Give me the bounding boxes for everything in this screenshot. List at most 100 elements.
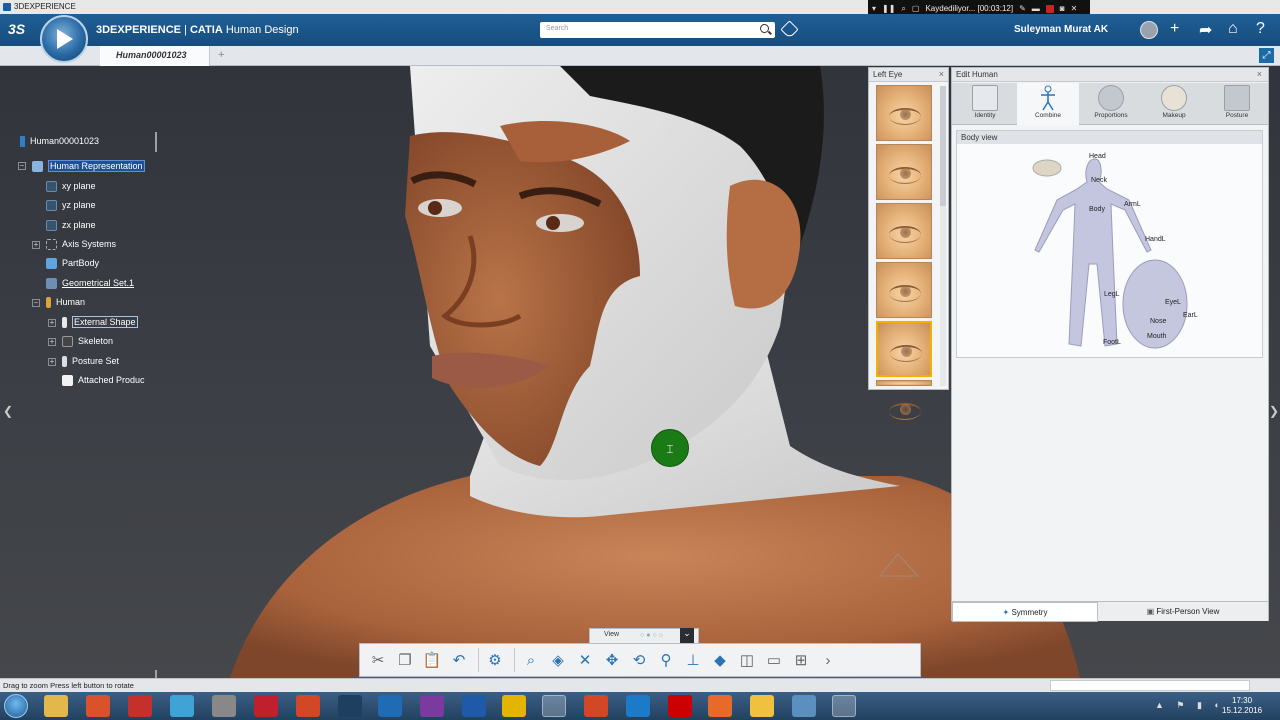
tree-item-human-representation[interactable]: Human Representation — [32, 159, 145, 173]
taskbar-app-icon[interactable] — [128, 695, 152, 717]
more-icon[interactable]: › — [816, 648, 840, 672]
eye-shape-option-selected[interactable] — [876, 321, 932, 377]
label-mouth[interactable]: Mouth — [1147, 333, 1166, 340]
start-button[interactable] — [4, 694, 28, 718]
label-arml[interactable]: ArmL — [1124, 201, 1141, 208]
pen-icon[interactable]: ✎ — [1019, 4, 1026, 13]
tree-item-xy-plane[interactable]: xy plane — [46, 179, 96, 193]
expand-icon[interactable]: ⤢ — [1259, 48, 1274, 63]
close-icon[interactable]: × — [1257, 69, 1262, 79]
tab-proportions[interactable]: Proportions — [1080, 83, 1142, 125]
first-person-view-button[interactable]: ▣ First-Person View — [1098, 602, 1268, 622]
label-handl[interactable]: HandL — [1145, 236, 1166, 243]
taskbar-app-icon[interactable] — [584, 695, 608, 717]
taskbar-3dexperience-icon[interactable] — [542, 695, 566, 717]
close-icon[interactable]: × — [939, 69, 944, 79]
label-head[interactable]: Head — [1089, 153, 1106, 160]
undo-icon[interactable]: ↶ — [447, 648, 471, 672]
home-icon[interactable]: ⌂ — [1228, 20, 1238, 38]
expand-icon[interactable]: + — [48, 338, 56, 346]
taskbar-app-icon[interactable] — [462, 695, 486, 717]
taskbar-app-icon[interactable] — [86, 695, 110, 717]
label-neck[interactable]: Neck — [1091, 177, 1107, 184]
tab-combine[interactable]: Combine — [1017, 83, 1079, 125]
copy-icon[interactable]: ❐ — [393, 648, 417, 672]
page-dots[interactable]: ○●○○ — [640, 632, 665, 639]
camera-icon[interactable]: ◙ — [1060, 4, 1065, 13]
label-footl[interactable]: FootL — [1103, 339, 1121, 346]
restore-icon[interactable]: ▢ — [912, 4, 920, 13]
render-style-icon[interactable]: ◫ — [735, 648, 759, 672]
layout-icon[interactable]: ⊞ — [789, 648, 813, 672]
tab-human00001023[interactable]: Human00001023 — [100, 46, 210, 66]
taskbar-folder-icon[interactable] — [750, 695, 774, 717]
taskbar-app-icon[interactable] — [254, 695, 278, 717]
eye-shape-option[interactable] — [876, 85, 932, 141]
iso-view-icon[interactable]: ◆ — [708, 648, 732, 672]
symmetry-button[interactable]: ✦ Symmetry — [952, 602, 1098, 622]
user-name[interactable]: Suleyman Murat AK — [1014, 24, 1108, 35]
expand-icon[interactable]: + — [48, 319, 56, 327]
taskbar-explorer-icon[interactable] — [44, 695, 68, 717]
tree-item-human[interactable]: Human — [46, 295, 85, 309]
zoom-in-out-icon[interactable]: ⚲ — [654, 648, 678, 672]
cut-icon[interactable]: ✂ — [366, 648, 390, 672]
tree-splitter[interactable] — [155, 132, 157, 152]
search-icon[interactable]: ⌕ — [901, 4, 905, 14]
label-nose[interactable]: Nose — [1150, 318, 1166, 325]
collapse-icon[interactable]: − — [18, 162, 26, 170]
tree-item-external-shape[interactable]: External Shape — [62, 315, 138, 329]
tree-splitter-bottom[interactable] — [155, 670, 157, 678]
tag-icon[interactable] — [780, 20, 799, 39]
close-icon[interactable]: ✕ — [1071, 4, 1078, 13]
expand-icon[interactable]: + — [48, 358, 56, 366]
normal-view-icon[interactable]: ⊥ — [681, 648, 705, 672]
taskbar-ie-icon[interactable] — [626, 695, 650, 717]
tree-item-yz-plane[interactable]: yz plane — [46, 198, 96, 212]
body-figure[interactable] — [957, 144, 1262, 357]
help-icon[interactable]: ? — [1256, 20, 1265, 38]
taskbar-app-icon[interactable] — [170, 695, 194, 717]
pan-icon[interactable]: ✥ — [600, 648, 624, 672]
tree-item-axis-systems[interactable]: Axis Systems — [46, 237, 116, 251]
chevron-right-icon[interactable]: ❯ — [1269, 404, 1279, 418]
dropdown-icon[interactable]: ▾ — [872, 4, 876, 13]
share-icon[interactable]: ➦ — [1199, 20, 1212, 40]
tab-identity[interactable]: Identity — [954, 83, 1016, 125]
expand-icon[interactable]: + — [32, 241, 40, 249]
zoom-icon[interactable]: ⌕ — [519, 648, 543, 672]
minimize-icon[interactable]: ▬ — [1032, 4, 1040, 13]
tab-posture[interactable]: Posture — [1206, 83, 1268, 125]
label-legl[interactable]: LegL — [1104, 291, 1120, 298]
stop-icon[interactable] — [1045, 4, 1054, 13]
system-tray[interactable]: ▲ ⚑ ▮ ◐ — [1155, 700, 1225, 711]
hide-show-icon[interactable]: ▭ — [762, 648, 786, 672]
search-icon[interactable] — [760, 24, 769, 33]
add-icon[interactable]: + — [1170, 20, 1179, 38]
taskbar-app-icon[interactable] — [832, 695, 856, 717]
tab-makeup[interactable]: Makeup — [1143, 83, 1205, 125]
label-body[interactable]: Body — [1089, 206, 1105, 213]
tree-item-zx-plane[interactable]: zx plane — [46, 218, 96, 232]
label-eyel[interactable]: EyeL — [1165, 299, 1181, 306]
taskbar-recorder-icon[interactable] — [668, 695, 692, 717]
compass-icon[interactable] — [40, 15, 88, 63]
taskbar-app-icon[interactable] — [212, 695, 236, 717]
command-input[interactable] — [1050, 680, 1250, 691]
fit-all-icon[interactable]: ✕ — [573, 648, 597, 672]
paste-icon[interactable]: 📋 — [420, 648, 444, 672]
clock[interactable]: 17:30 15.12.2016 — [1222, 696, 1262, 716]
scroll-thumb[interactable] — [940, 86, 946, 206]
taskbar-app-icon[interactable] — [708, 695, 732, 717]
eye-shape-option[interactable] — [876, 380, 932, 420]
view-cube-icon[interactable]: ◈ — [546, 648, 570, 672]
taskbar-3ds-icon[interactable] — [338, 695, 362, 717]
chevron-down-icon[interactable]: ⌄ — [680, 628, 694, 643]
pause-icon[interactable]: ❚❚ — [882, 4, 895, 13]
taskbar-onenote-icon[interactable] — [420, 695, 444, 717]
taskbar-chrome-icon[interactable] — [502, 695, 526, 717]
taskbar-app-icon[interactable] — [378, 695, 402, 717]
eye-shape-option[interactable] — [876, 203, 932, 259]
tree-item-geometrical-set[interactable]: Geometrical Set.1 — [46, 276, 134, 290]
add-tab-button[interactable]: + — [218, 49, 224, 61]
